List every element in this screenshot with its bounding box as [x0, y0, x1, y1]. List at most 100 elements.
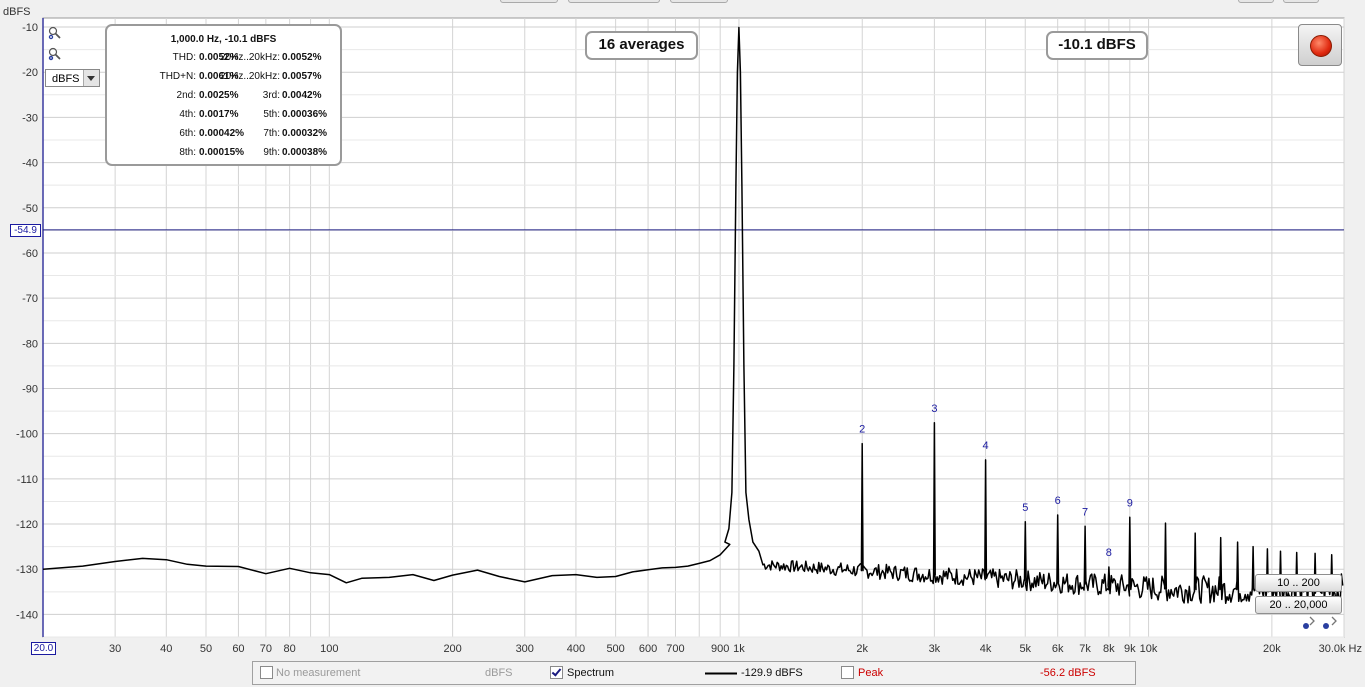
y-tick-label: -140	[16, 609, 38, 621]
y-range-button[interactable]: 10 .. 200	[1255, 574, 1342, 592]
harmonic-label: 3	[931, 403, 937, 415]
spectrum-label: Spectrum	[567, 667, 615, 679]
x-tick-label: 9k	[1124, 643, 1136, 655]
info-value: 0.00015%	[199, 147, 245, 158]
info-label: THD+N:	[159, 71, 196, 82]
record-button[interactable]	[1298, 24, 1342, 66]
info-label: 5th:	[263, 109, 280, 120]
x-tick-label: 200	[443, 643, 461, 655]
y-tick-label: -110	[17, 474, 38, 486]
harmonic-label: 4	[982, 440, 988, 452]
x-tick-label: 30	[109, 643, 121, 655]
x-tick-label: 900	[711, 643, 729, 655]
y-tick-label: -80	[22, 338, 38, 350]
y-tick-label: -120	[16, 519, 38, 531]
info-value: 0.00036%	[282, 109, 328, 120]
harmonic-label: 2	[859, 424, 865, 436]
info-label: 20Hz..20kHz:	[219, 71, 280, 82]
zoom-in-icon[interactable]	[1323, 623, 1329, 629]
y-tick-label: -10	[22, 22, 38, 34]
x-tick-label: 500	[606, 643, 624, 655]
info-label: 6th:	[179, 128, 196, 139]
zoom-out-icon[interactable]	[48, 47, 62, 61]
x-tick-label: 300	[516, 643, 534, 655]
info-value: 0.00042%	[199, 128, 245, 139]
x-tick-label: 8k	[1103, 643, 1115, 655]
harmonic-label: 5	[1022, 502, 1028, 514]
info-value: 0.0042%	[282, 90, 322, 101]
info-value: 0.0052%	[282, 52, 322, 63]
harmonic-label: 9	[1127, 497, 1133, 509]
x-tick-label: 3k	[929, 643, 941, 655]
info-label: 9th:	[263, 147, 280, 158]
zoom-out-icon[interactable]	[1303, 623, 1309, 629]
x-tick-label: 100	[320, 643, 338, 655]
record-icon	[1310, 35, 1332, 57]
info-row: 6th: 0.00042% 7th: 0.00032%	[107, 128, 336, 142]
x-tick-label: 1k	[733, 643, 745, 655]
y-tick-label: -70	[22, 293, 38, 305]
y-tick-label: -20	[22, 67, 38, 79]
x-tick-label: 50	[200, 643, 212, 655]
x-tick-label: 7k	[1079, 643, 1091, 655]
x-tick-label: 600	[639, 643, 657, 655]
x-tick-label: 400	[567, 643, 585, 655]
harmonic-label: 6	[1055, 495, 1061, 507]
info-label: 20Hz..20kHz:	[219, 52, 280, 63]
info-row: THD: 0.0052% 20Hz..20kHz: 0.0052%	[107, 52, 336, 66]
spectrum-value: -129.9 dBFS	[741, 667, 803, 679]
peak-value: -56.2 dBFS	[1040, 667, 1096, 679]
y-tick-label: -50	[22, 203, 38, 215]
x-tick-label: 5k	[1019, 643, 1031, 655]
x-tick-label: 6k	[1052, 643, 1064, 655]
y-tick-label: -40	[22, 158, 38, 170]
unit-select[interactable]: dBFS	[45, 69, 100, 87]
info-label: 2nd:	[176, 90, 196, 101]
x-range-button[interactable]: 20 .. 20,000	[1255, 596, 1342, 614]
y-tick-label: -30	[22, 112, 38, 124]
unit-select-value: dBFS	[52, 73, 80, 85]
rew-rta-window: dBFS -10 -20 -30 -40 -50 -60 -70 -80 -90 -100 -110…	[0, 0, 1365, 687]
info-value: 0.00032%	[282, 128, 328, 139]
x-tick-label: 30.0k Hz	[1319, 643, 1362, 655]
level-badge: -10.1 dBFS	[1046, 31, 1148, 60]
info-value: 0.0025%	[199, 90, 239, 101]
harmonic-label: 7	[1082, 506, 1088, 518]
x-tick-label: 70	[260, 643, 272, 655]
chevron-down-icon[interactable]	[83, 70, 99, 86]
y-tick-label: -100	[16, 429, 38, 441]
info-label: 8th:	[179, 147, 196, 158]
legend-unit-label: dBFS	[485, 667, 513, 679]
y-tick-label: -90	[22, 383, 38, 395]
info-row: 4th: 0.0017% 5th: 0.00036%	[107, 109, 336, 123]
info-label: 3rd:	[262, 90, 280, 101]
info-value: 0.0057%	[282, 71, 322, 82]
y-axis-title: dBFS	[3, 6, 31, 18]
averages-badge: 16 averages	[585, 31, 698, 60]
info-label: 7th:	[263, 128, 280, 139]
pan-arrows-icon[interactable]	[1309, 616, 1337, 626]
y-tick-label: -60	[22, 248, 38, 260]
info-label: THD:	[172, 52, 196, 63]
zoom-controls[interactable]	[1300, 613, 1342, 631]
x-tick-label: 40	[160, 643, 172, 655]
info-row: 8th: 0.00015% 9th: 0.00038%	[107, 147, 336, 161]
y-tick-label: -130	[16, 564, 38, 576]
no-measurement-label: No measurement	[276, 667, 361, 679]
distortion-info-panel: 1,000.0 Hz, -10.1 dBFS THD: 0.0052% 20Hz..…	[105, 24, 342, 166]
x-tick-label: 60	[232, 643, 244, 655]
x-tick-label: 80	[283, 643, 295, 655]
spectrum-checkbox[interactable]	[550, 666, 563, 679]
peak-checkbox[interactable]	[841, 666, 854, 679]
x-tick-label: 700	[666, 643, 684, 655]
info-row: THD+N: 0.0061% 20Hz..20kHz: 0.0057%	[107, 71, 336, 85]
info-value: 0.0017%	[199, 109, 239, 120]
cursor-level-marker: -54.9	[10, 224, 41, 237]
peak-label: Peak	[858, 667, 884, 679]
spectrum-line-swatch	[705, 672, 737, 675]
x-tick-label: 10k	[1140, 643, 1158, 655]
harmonic-label: 8	[1106, 547, 1112, 559]
zoom-in-icon[interactable]	[48, 26, 62, 40]
info-label: 4th:	[179, 109, 196, 120]
no-measurement-checkbox[interactable]	[260, 666, 273, 679]
